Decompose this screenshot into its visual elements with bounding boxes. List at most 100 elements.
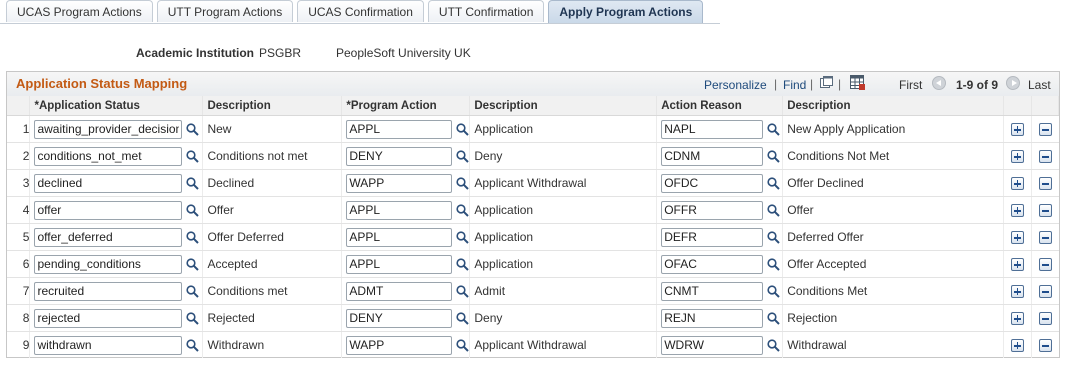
action-reason-input[interactable]	[661, 254, 764, 274]
status-description: Withdrawn	[202, 331, 343, 358]
action-reason-cell	[656, 277, 784, 305]
plus-icon[interactable]	[1010, 123, 1024, 137]
plus-icon[interactable]	[1010, 258, 1024, 272]
magnifier-icon[interactable]	[456, 230, 470, 244]
magnifier-icon[interactable]	[186, 149, 200, 163]
delete-row-cell	[1031, 169, 1059, 197]
magnifier-icon[interactable]	[186, 176, 200, 190]
row-number: 7	[7, 277, 31, 305]
magnifier-icon[interactable]	[456, 203, 470, 217]
magnifier-icon[interactable]	[456, 176, 470, 190]
magnifier-icon[interactable]	[186, 311, 200, 325]
action-reason-input[interactable]	[661, 200, 764, 220]
program-action-input[interactable]	[346, 254, 453, 274]
find-link[interactable]: Find	[783, 78, 806, 92]
tab-ucas-program-actions[interactable]: UCAS Program Actions	[6, 0, 153, 22]
action-reason-input[interactable]	[661, 308, 764, 328]
col-reason-description-header[interactable]: Description	[782, 96, 1004, 116]
magnifier-icon[interactable]	[186, 257, 200, 271]
grid-title: Application Status Mapping	[16, 76, 188, 91]
magnifier-icon[interactable]	[186, 122, 200, 136]
program-action-input[interactable]	[346, 335, 453, 355]
magnifier-icon[interactable]	[767, 257, 780, 271]
action-reason-input[interactable]	[661, 146, 764, 166]
action-reason-input[interactable]	[661, 335, 764, 355]
minus-icon[interactable]	[1038, 177, 1052, 191]
application-status-input[interactable]	[34, 335, 183, 355]
minus-icon[interactable]	[1038, 312, 1052, 326]
minus-icon[interactable]	[1038, 258, 1052, 272]
program-action-input[interactable]	[346, 308, 453, 328]
program-action-input[interactable]	[346, 227, 453, 247]
tab-apply-program-actions[interactable]: Apply Program Actions	[548, 0, 704, 24]
magnifier-icon[interactable]	[186, 203, 200, 217]
minus-icon[interactable]	[1038, 150, 1052, 164]
application-status-input[interactable]	[34, 281, 183, 301]
grid-header: Application Status Mapping Personalize |…	[7, 72, 1059, 97]
first-label: First	[899, 78, 923, 92]
magnifier-icon[interactable]	[186, 284, 200, 298]
minus-icon[interactable]	[1038, 339, 1052, 353]
magnifier-icon[interactable]	[456, 122, 470, 136]
application-status-input[interactable]	[34, 254, 183, 274]
col-program-action-header[interactable]: *Program Action	[341, 96, 471, 116]
application-status-input[interactable]	[34, 227, 183, 247]
magnifier-icon[interactable]	[767, 338, 780, 352]
plus-icon[interactable]	[1010, 231, 1024, 245]
new-window-icon[interactable]	[820, 76, 833, 89]
plus-icon[interactable]	[1010, 339, 1024, 353]
delete-row-cell	[1031, 304, 1059, 332]
magnifier-icon[interactable]	[767, 284, 780, 298]
plus-icon[interactable]	[1010, 204, 1024, 218]
magnifier-icon[interactable]	[456, 311, 470, 325]
action-reason-input[interactable]	[661, 227, 764, 247]
col-status-description-header[interactable]: Description	[202, 96, 343, 116]
magnifier-icon[interactable]	[767, 203, 780, 217]
action-reason-input[interactable]	[661, 173, 764, 193]
minus-icon[interactable]	[1038, 204, 1052, 218]
magnifier-icon[interactable]	[456, 149, 470, 163]
program-action-input[interactable]	[346, 200, 453, 220]
magnifier-icon[interactable]	[456, 257, 470, 271]
magnifier-icon[interactable]	[767, 230, 780, 244]
magnifier-icon[interactable]	[186, 338, 200, 352]
plus-icon[interactable]	[1010, 177, 1024, 191]
previous-arrow-icon[interactable]	[932, 76, 946, 90]
application-status-input[interactable]	[34, 119, 183, 139]
col-action-reason-header[interactable]: Action Reason	[656, 96, 784, 116]
program-action-input[interactable]	[346, 173, 453, 193]
spreadsheet-icon[interactable]	[850, 75, 865, 90]
plus-icon[interactable]	[1010, 285, 1024, 299]
magnifier-icon[interactable]	[767, 176, 780, 190]
tab-utt-confirmation[interactable]: UTT Confirmation	[427, 0, 545, 22]
magnifier-icon[interactable]	[767, 122, 780, 136]
plus-icon[interactable]	[1010, 150, 1024, 164]
col-action-description-header[interactable]: Description	[469, 96, 658, 116]
program-action-input[interactable]	[346, 281, 453, 301]
magnifier-icon[interactable]	[186, 230, 200, 244]
tab-ucas-confirmation[interactable]: UCAS Confirmation	[297, 0, 424, 22]
minus-icon[interactable]	[1038, 123, 1052, 137]
application-status-input[interactable]	[34, 146, 183, 166]
program-action-input[interactable]	[346, 119, 453, 139]
program-action-input[interactable]	[346, 146, 453, 166]
magnifier-icon[interactable]	[456, 338, 470, 352]
action-reason-input[interactable]	[661, 119, 764, 139]
application-status-input[interactable]	[34, 200, 183, 220]
col-application-status-header[interactable]: *Application Status	[29, 96, 204, 116]
minus-icon[interactable]	[1038, 285, 1052, 299]
plus-icon[interactable]	[1010, 312, 1024, 326]
application-status-cell	[29, 142, 204, 170]
personalize-link[interactable]: Personalize	[704, 78, 767, 92]
magnifier-icon[interactable]	[767, 149, 780, 163]
application-status-input[interactable]	[34, 173, 183, 193]
next-arrow-icon[interactable]	[1006, 76, 1020, 90]
application-status-input[interactable]	[34, 308, 183, 328]
minus-icon[interactable]	[1038, 231, 1052, 245]
magnifier-icon[interactable]	[767, 311, 780, 325]
magnifier-icon[interactable]	[456, 284, 470, 298]
action-reason-input[interactable]	[661, 281, 764, 301]
tab-utt-program-actions[interactable]: UTT Program Actions	[156, 0, 294, 22]
separator: |	[838, 77, 842, 91]
delete-row-cell	[1031, 250, 1059, 278]
